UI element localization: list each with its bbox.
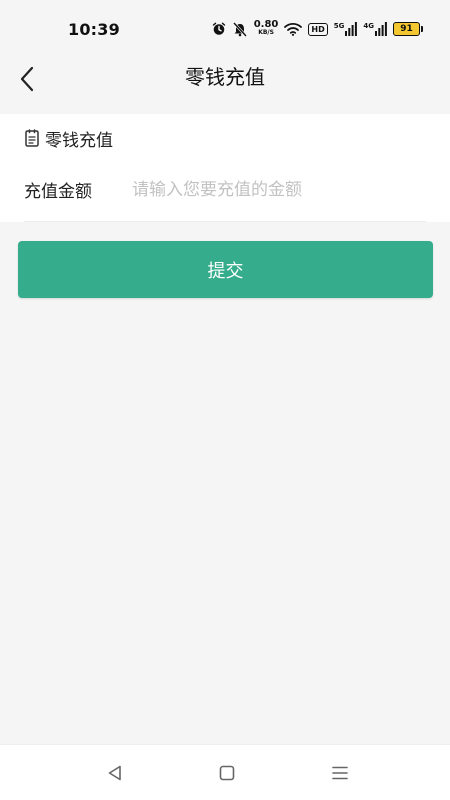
network-speed-value: 0.80 [253, 19, 279, 30]
back-button[interactable] [12, 64, 42, 94]
page-title: 零钱充值 [185, 64, 265, 89]
mute-bell-icon [232, 21, 248, 37]
battery-level: 91 [400, 24, 413, 34]
amount-row: 充值金额 [24, 170, 426, 222]
amount-label: 充值金额 [24, 182, 92, 202]
system-back-button[interactable] [104, 762, 126, 784]
system-menu-button[interactable] [329, 762, 351, 784]
section-title: 零钱充值 [45, 130, 113, 151]
screen: 10:39 0.80 KB/S HD 5G 4G 91 零钱充值 零钱充值 充值… [0, 0, 450, 800]
battery-icon: 91 [393, 22, 423, 36]
system-nav-bar [0, 744, 450, 800]
chevron-left-icon [20, 66, 34, 92]
signal-4g: 4G [363, 22, 387, 36]
signal-bars-icon [375, 22, 387, 36]
triangle-back-icon [108, 765, 121, 781]
signal-4g-label: 4G [363, 22, 374, 30]
status-icons: 0.80 KB/S HD 5G 4G 91 [212, 19, 423, 39]
signal-5g: 5G [334, 22, 358, 36]
wifi-icon [284, 22, 303, 36]
network-speed: 0.80 KB/S [253, 19, 279, 37]
square-home-icon [219, 765, 235, 781]
status-time: 10:39 [68, 19, 120, 39]
nav-bar: 零钱充值 [0, 58, 450, 114]
section-header: 零钱充值 [24, 126, 113, 151]
hd-badge: HD [308, 22, 328, 36]
alarm-icon [212, 22, 226, 36]
amount-input[interactable] [132, 174, 426, 205]
signal-bars-icon [345, 22, 358, 36]
system-home-button[interactable] [216, 762, 238, 784]
signal-5g-label: 5G [333, 22, 345, 30]
status-bar: 10:39 0.80 KB/S HD 5G 4G 91 [0, 0, 450, 58]
submit-button[interactable]: 提交 [18, 241, 433, 298]
recharge-form: 零钱充值 充值金额 [0, 114, 450, 222]
menu-icon [332, 766, 348, 780]
document-icon [25, 129, 39, 147]
network-speed-unit: KB/S [258, 29, 274, 36]
